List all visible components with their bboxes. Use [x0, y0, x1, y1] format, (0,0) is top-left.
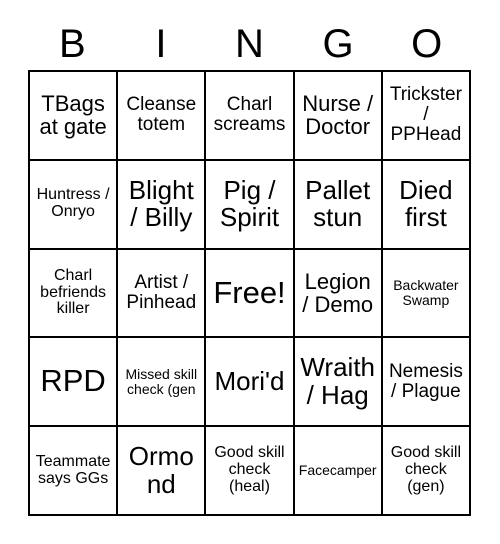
- bingo-cell-r1c2[interactable]: Cleanse totem: [118, 72, 207, 161]
- bingo-header-letter-g: G: [322, 22, 354, 66]
- bingo-cell-r4c1[interactable]: RPD: [30, 338, 119, 428]
- bingo-cell-label: Cleanse totem: [126, 94, 197, 136]
- bingo-cell-r2c3[interactable]: Pig / Spirit: [206, 160, 295, 250]
- bingo-cell-label: Pallet stun: [305, 174, 371, 233]
- bingo-cell-label: Charl screams: [213, 94, 286, 136]
- bingo-cell-r2c2[interactable]: Blight / Billy: [118, 160, 207, 250]
- bingo-cell-label: TBags at gate: [39, 91, 107, 140]
- bingo-cell-label: Free!: [213, 274, 286, 310]
- bingo-cell-label: Facecamper: [298, 462, 377, 479]
- bingo-cell-label: Wraith / Hag: [300, 352, 376, 410]
- bingo-cell-label: Huntress / Onryo: [36, 186, 110, 221]
- bingo-cell-r1c4[interactable]: Nurse / Doctor: [294, 72, 383, 161]
- bingo-header-letter-b: B: [58, 22, 86, 66]
- bingo-cell-label: Teammate says GGs: [35, 452, 111, 487]
- bingo-cell-r4c5[interactable]: Nemesis / Plague: [382, 338, 471, 428]
- bingo-cell-label: Trickster / PPHead: [389, 84, 462, 146]
- bingo-cell-r2c4[interactable]: Pallet stun: [294, 160, 383, 250]
- bingo-cell-label: Ormond: [128, 441, 194, 499]
- bingo-cell-label: Good skill check (heal): [214, 444, 285, 496]
- bingo-cell-r3c4[interactable]: Legion / Demo: [294, 249, 383, 339]
- bingo-cell-r2c5[interactable]: Died first: [382, 160, 471, 250]
- bingo-cell-r1c1[interactable]: TBags at gate: [30, 72, 119, 161]
- bingo-cell-r1c5[interactable]: Trickster / PPHead: [382, 72, 471, 161]
- bingo-header-letter-i: I: [155, 22, 167, 66]
- bingo-cell-label: RPD: [40, 363, 106, 399]
- bingo-cell-r4c3[interactable]: Mori'd: [206, 338, 295, 428]
- bingo-header-letter-n: N: [235, 22, 264, 66]
- bingo-cell-r3c5[interactable]: Backwater Swamp: [382, 249, 471, 339]
- bingo-cell-label: Backwater Swamp: [393, 277, 459, 308]
- bingo-cell-r5c3[interactable]: Good skill check (heal): [206, 427, 295, 516]
- bingo-cell-label: Nurse / Doctor: [302, 91, 374, 140]
- bingo-cell-label: Charl befriends killer: [40, 266, 106, 318]
- bingo-cell-label: Missed skill check (gen: [125, 365, 198, 397]
- bingo-cell-label: Blight / Billy: [128, 174, 194, 233]
- bingo-cell-r4c2[interactable]: Missed skill check (gen: [118, 338, 207, 428]
- bingo-cell-r3c1[interactable]: Charl befriends killer: [30, 249, 119, 339]
- bingo-cell-free-space[interactable]: Free!: [206, 249, 295, 339]
- bingo-cell-label: Artist / Pinhead: [126, 271, 197, 313]
- bingo-cell-r5c2[interactable]: Ormond: [118, 427, 207, 516]
- bingo-cell-label: Mori'd: [214, 366, 285, 397]
- bingo-cell-label: Died first: [399, 174, 453, 233]
- bingo-cell-r5c4[interactable]: Facecamper: [294, 427, 383, 516]
- bingo-header-letter-o: O: [411, 22, 443, 66]
- bingo-cell-r2c1[interactable]: Huntress / Onryo: [30, 160, 119, 250]
- bingo-cell-r4c4[interactable]: Wraith / Hag: [294, 338, 383, 428]
- bingo-card: B I N G O TBags at gate Cleanse totem Ch…: [0, 0, 500, 544]
- bingo-grid: TBags at gate Cleanse totem Charl scream…: [28, 70, 471, 516]
- bingo-cell-r1c3[interactable]: Charl screams: [206, 72, 295, 161]
- bingo-cell-label: Good skill check (gen): [390, 444, 462, 496]
- bingo-cell-label: Pig / Spirit: [219, 174, 280, 233]
- bingo-cell-r5c5[interactable]: Good skill check (gen): [382, 427, 471, 516]
- bingo-cell-label: Nemesis / Plague: [388, 360, 463, 402]
- bingo-cell-label: Legion / Demo: [302, 268, 374, 317]
- bingo-header: B I N G O: [28, 18, 471, 70]
- bingo-cell-r5c1[interactable]: Teammate says GGs: [30, 427, 119, 516]
- bingo-cell-r3c2[interactable]: Artist / Pinhead: [118, 249, 207, 339]
